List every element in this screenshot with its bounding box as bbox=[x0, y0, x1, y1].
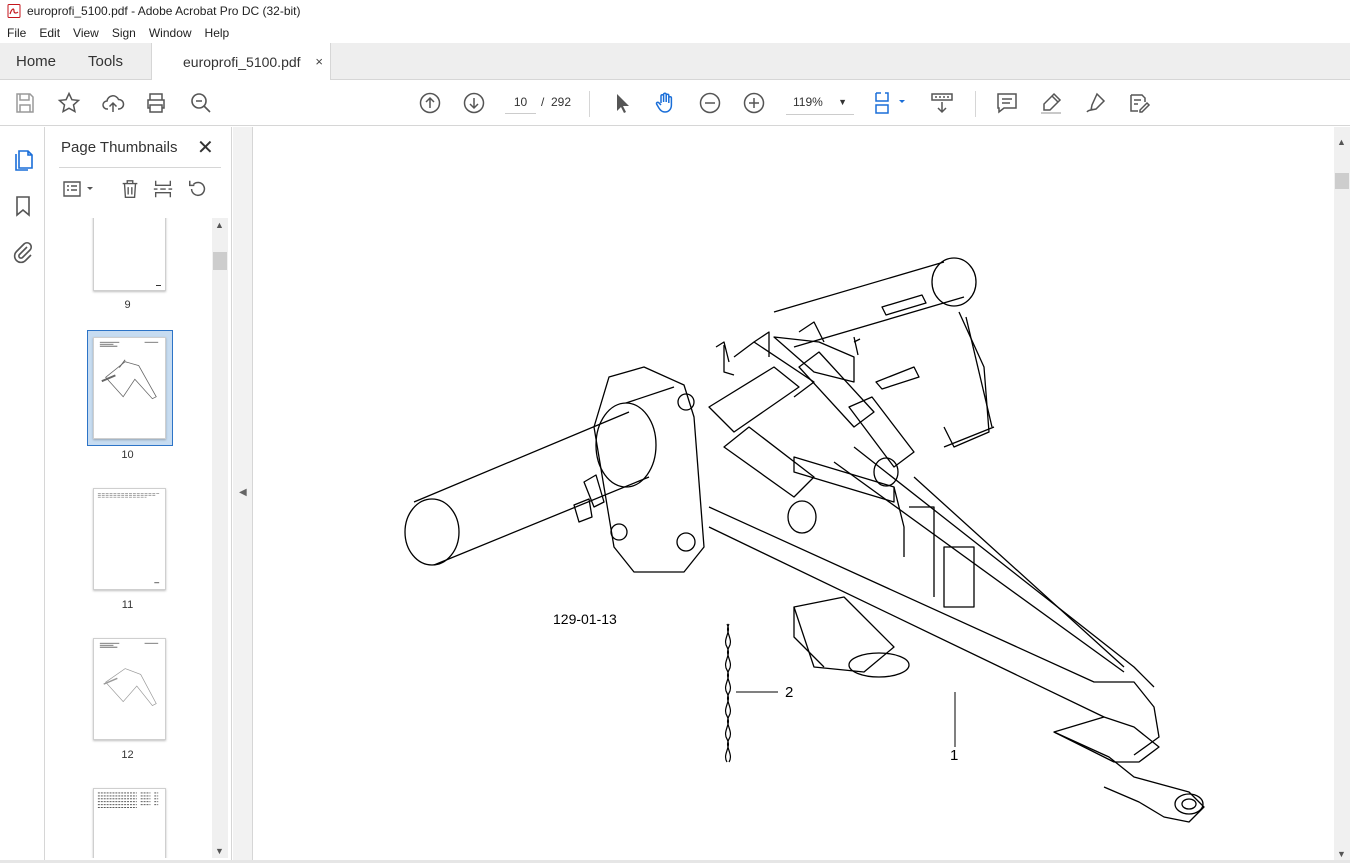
thumbnail-label: 12 bbox=[121, 749, 134, 761]
scroll-down-icon[interactable]: ▼ bbox=[215, 846, 224, 856]
page-total: 292 bbox=[551, 95, 572, 109]
chevron-down-icon: ▼ bbox=[838, 97, 847, 107]
scroll-up-icon[interactable]: ▲ bbox=[215, 220, 224, 230]
next-page-icon[interactable] bbox=[461, 90, 487, 116]
close-panel-icon[interactable]: ✕ bbox=[197, 135, 214, 160]
callout-2: 2 bbox=[785, 684, 794, 701]
page-display-icon[interactable] bbox=[873, 90, 909, 116]
thumbnail-options-icon[interactable] bbox=[61, 177, 97, 201]
figure-code-label: 129-01-13 bbox=[553, 611, 617, 627]
draw-sign-icon[interactable] bbox=[1082, 90, 1108, 116]
zoom-search-icon[interactable] bbox=[188, 90, 214, 116]
previous-page-icon[interactable] bbox=[417, 90, 443, 116]
tab-home[interactable]: Home bbox=[16, 43, 56, 80]
highlight-pen-icon[interactable] bbox=[1038, 90, 1064, 116]
fill-sign-icon[interactable] bbox=[1126, 90, 1152, 116]
attachments-paperclip-icon[interactable] bbox=[10, 239, 36, 265]
toolbar-divider bbox=[589, 91, 590, 117]
menu-help[interactable]: Help bbox=[198, 26, 236, 40]
menu-window[interactable]: Window bbox=[142, 26, 198, 40]
page-separator: / bbox=[541, 95, 545, 109]
save-icon[interactable] bbox=[12, 90, 38, 116]
title-bar: europrofi_5100.pdf - Adobe Acrobat Pro D… bbox=[0, 0, 1350, 22]
thumbnail-page-12[interactable] bbox=[93, 638, 166, 740]
hand-tool-icon[interactable] bbox=[652, 90, 678, 116]
panel-divider bbox=[59, 167, 221, 168]
upload-cloud-icon[interactable] bbox=[100, 90, 126, 116]
bookmarks-icon[interactable] bbox=[10, 193, 36, 219]
menu-edit[interactable]: Edit bbox=[32, 26, 66, 40]
thumbnail-page-9[interactable] bbox=[93, 218, 166, 291]
scroll-up-icon[interactable]: ▲ bbox=[1337, 137, 1346, 147]
menu-sign[interactable]: Sign bbox=[105, 26, 142, 40]
tab-tools[interactable]: Tools bbox=[88, 43, 123, 80]
zoom-level-dropdown[interactable]: 119% ▼ bbox=[786, 90, 854, 115]
left-navigation-rail bbox=[0, 127, 45, 863]
select-cursor-icon[interactable] bbox=[609, 90, 635, 116]
panel-title: Page Thumbnails bbox=[61, 139, 178, 156]
extract-page-icon[interactable] bbox=[151, 177, 175, 201]
page-number-input[interactable] bbox=[505, 90, 536, 114]
thumbnail-scrollbar[interactable]: ▲ ▼ bbox=[212, 218, 228, 858]
document-page: 129-01-13 2 1 bbox=[254, 127, 1334, 860]
page-thumbnails-icon[interactable] bbox=[10, 147, 36, 173]
scroll-mode-icon[interactable] bbox=[929, 90, 955, 116]
comment-icon[interactable] bbox=[994, 90, 1020, 116]
panel-toolbar bbox=[59, 177, 221, 203]
zoom-level-value: 119% bbox=[793, 95, 823, 109]
tab-bar: Home Tools europrofi_5100.pdf × bbox=[0, 43, 1350, 81]
menu-file[interactable]: File bbox=[0, 26, 32, 40]
zoom-in-icon[interactable] bbox=[741, 90, 767, 116]
rotate-page-icon[interactable] bbox=[186, 177, 210, 201]
callout-1: 1 bbox=[950, 747, 959, 764]
tab-document-label: europrofi_5100.pdf bbox=[183, 54, 301, 70]
document-scrollbar[interactable]: ▲ ▼ bbox=[1334, 127, 1350, 863]
tab-document[interactable]: europrofi_5100.pdf × bbox=[151, 43, 331, 81]
thumbnail-list: 9 10 11 12 bbox=[45, 218, 210, 858]
print-icon[interactable] bbox=[143, 90, 169, 116]
scrollbar-thumb[interactable] bbox=[1335, 173, 1349, 189]
close-tab-icon[interactable]: × bbox=[315, 54, 323, 69]
thumbnail-label: 9 bbox=[124, 299, 131, 311]
delete-page-icon[interactable] bbox=[118, 177, 142, 201]
zoom-out-icon[interactable] bbox=[697, 90, 723, 116]
thumbnail-page-11[interactable] bbox=[93, 488, 166, 590]
thumbnail-label: 11 bbox=[121, 599, 134, 611]
scroll-down-icon[interactable]: ▼ bbox=[1337, 849, 1346, 859]
technical-drawing bbox=[404, 257, 1205, 823]
bookmark-star-icon[interactable] bbox=[56, 90, 82, 116]
thumbnail-label: 10 bbox=[121, 449, 134, 461]
collapse-left-icon[interactable]: ◀ bbox=[239, 487, 247, 498]
menu-view[interactable]: View bbox=[66, 26, 105, 40]
thumbnail-page-13[interactable] bbox=[93, 788, 166, 858]
window-title: europrofi_5100.pdf - Adobe Acrobat Pro D… bbox=[27, 4, 301, 18]
scrollbar-thumb[interactable] bbox=[213, 252, 227, 270]
toolbar-divider bbox=[975, 91, 976, 117]
acrobat-pdf-icon bbox=[7, 4, 21, 18]
menu-bar: File Edit View Sign Window Help bbox=[0, 22, 1350, 43]
panel-collapse-strip[interactable]: ◀ bbox=[233, 127, 253, 863]
thumbnail-page-10[interactable] bbox=[93, 337, 166, 439]
